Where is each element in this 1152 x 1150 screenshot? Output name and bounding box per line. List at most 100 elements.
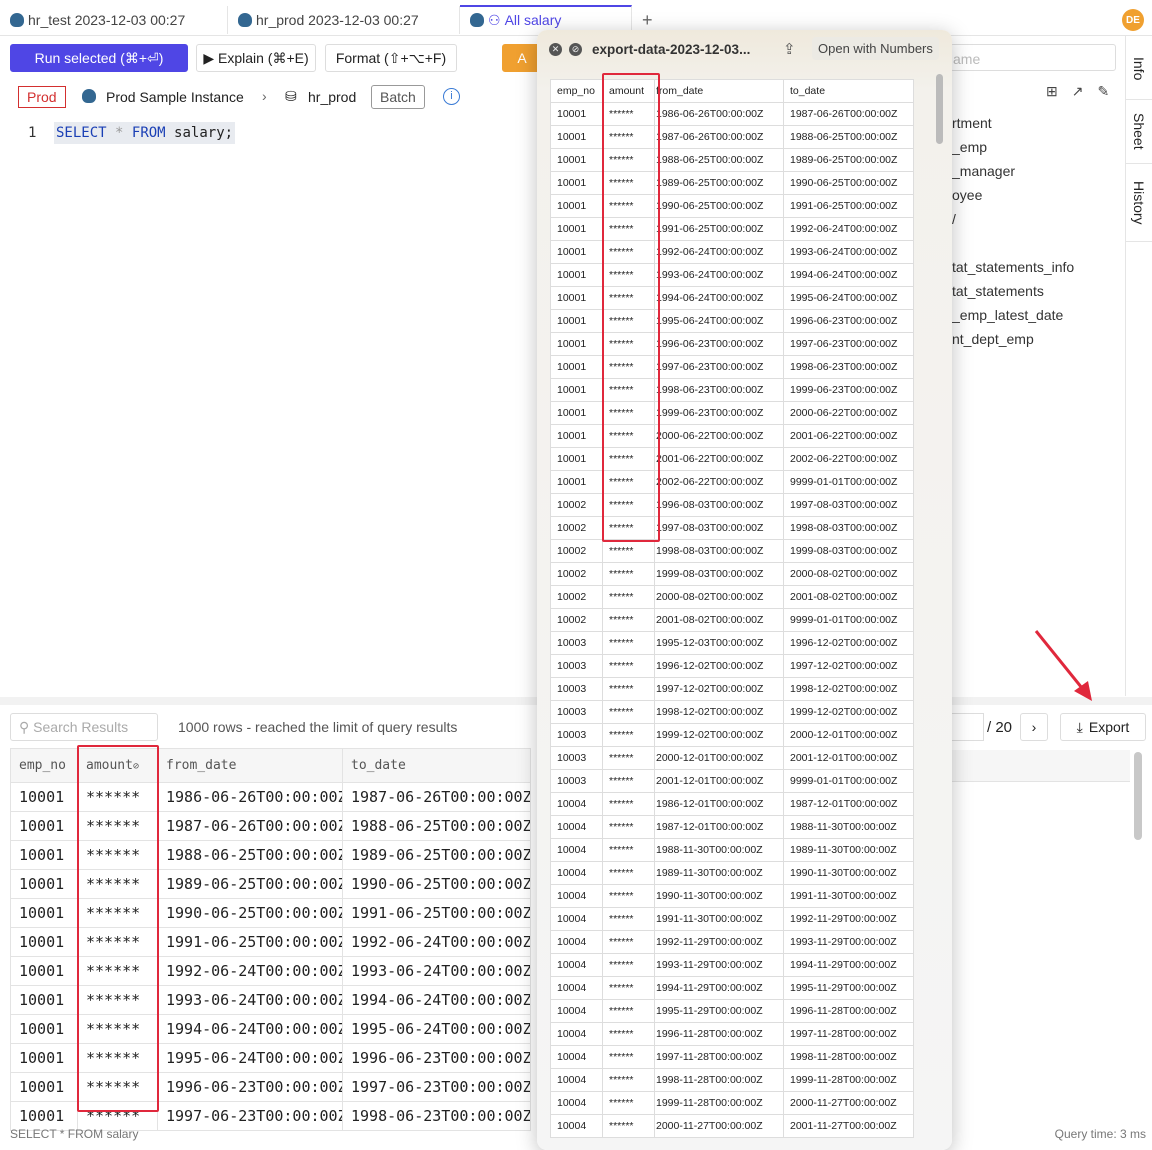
cell: 10003: [550, 769, 603, 793]
sidebar-table-item[interactable]: _manager: [952, 163, 1015, 179]
cell: 1999-11-28T00:00:00Z: [783, 1068, 914, 1092]
cell: 1996-08-03T00:00:00Z: [654, 493, 784, 517]
cell: 2001-11-27T00:00:00Z: [783, 1114, 914, 1138]
sql-editor[interactable]: SELECT * FROM salary;: [54, 122, 236, 144]
tab-label: All salary: [504, 12, 562, 28]
instance-name[interactable]: Prod Sample Instance: [106, 89, 244, 105]
sidebar-table-item[interactable]: nt_dept_emp: [952, 331, 1034, 347]
preview-row: 10002 ****** 2000-08-02T00:00:00Z 2001-08-0…: [550, 585, 914, 609]
cell: 1997-12-02T00:00:00Z: [654, 677, 784, 701]
cell: 10001: [10, 782, 78, 812]
admin-button[interactable]: A: [502, 44, 542, 72]
tab-all-salary[interactable]: ⚇ All salary: [460, 5, 632, 33]
cell: 1998-08-03T00:00:00Z: [783, 516, 914, 540]
cell: 1989-06-25T00:00:00Z: [342, 840, 531, 870]
cell: 1996-06-23T00:00:00Z: [783, 309, 914, 333]
tab-hr-test[interactable]: hr_test 2023-12-03 00:27: [0, 6, 228, 34]
cell: 10004: [550, 1114, 603, 1138]
sidebar-table-item[interactable]: /: [952, 211, 956, 227]
open-with-numbers-button[interactable]: Open with Numbers: [812, 37, 939, 60]
cell: 2002-06-22T00:00:00Z: [783, 447, 914, 471]
side-tab-sheet[interactable]: Sheet: [1126, 100, 1152, 164]
preview-row: 10003 ****** 2000-12-01T00:00:00Z 2001-12-0…: [550, 746, 914, 770]
cell: 1996-06-23T00:00:00Z: [654, 332, 784, 356]
chevron-right-icon: ›: [262, 88, 267, 104]
cell: 10004: [550, 999, 603, 1023]
cell: 2000-11-27T00:00:00Z: [783, 1091, 914, 1115]
cell: 10001: [10, 811, 78, 841]
cell: 1994-11-29T00:00:00Z: [654, 976, 784, 1000]
schema-diagram-icon[interactable]: ⊞: [1046, 83, 1072, 99]
cell: 1993-11-29T00:00:00Z: [783, 930, 914, 954]
cell: 1994-06-24T00:00:00Z: [783, 263, 914, 287]
cell: 1989-11-30T00:00:00Z: [654, 861, 784, 885]
cell: 10004: [550, 884, 603, 908]
cell: 1995-12-03T00:00:00Z: [654, 631, 784, 655]
sidebar-actions: ⊞↗✎: [1046, 83, 1123, 100]
fullscreen-icon[interactable]: ⊘: [569, 43, 582, 56]
cell: 1997-06-23T00:00:00Z: [157, 1101, 343, 1131]
export-button[interactable]: ⤓ Export: [1060, 713, 1146, 741]
sidebar-table-item[interactable]: tat_statements: [952, 283, 1044, 299]
format-button[interactable]: Format (⇧+⌥+F): [325, 44, 457, 72]
side-tab-history[interactable]: History: [1126, 164, 1152, 242]
explain-button[interactable]: ▶ Explain (⌘+E): [196, 44, 316, 72]
external-link-icon[interactable]: ↗: [1072, 83, 1098, 99]
cell: 2001-12-01T00:00:00Z: [654, 769, 784, 793]
next-page-button[interactable]: ›: [1020, 713, 1048, 741]
search-placeholder: Search Results: [33, 719, 129, 735]
cell: 10002: [550, 585, 603, 609]
sidebar-table-item[interactable]: oyee: [952, 187, 982, 203]
cell: ******: [602, 631, 655, 655]
cell: 1993-06-24T00:00:00Z: [157, 985, 343, 1015]
cell: 1996-06-23T00:00:00Z: [342, 1043, 531, 1073]
cell: ******: [602, 585, 655, 609]
database-icon: ⛁: [285, 88, 297, 104]
share-icon[interactable]: ⇪: [783, 40, 796, 58]
cell: 10004: [550, 1091, 603, 1115]
sidebar-table-item[interactable]: tat_statements_info: [952, 259, 1074, 275]
close-icon[interactable]: ✕: [549, 43, 562, 56]
cell: 1992-06-24T00:00:00Z: [342, 927, 531, 957]
scrollbar[interactable]: [936, 74, 943, 144]
cell: ******: [602, 792, 655, 816]
cell: 1999-11-28T00:00:00Z: [654, 1091, 784, 1115]
tab-hr-prod[interactable]: hr_prod 2023-12-03 00:27: [228, 6, 460, 34]
cell: 1988-06-25T00:00:00Z: [342, 811, 531, 841]
cell: ******: [602, 723, 655, 747]
cell: 9999-01-01T00:00:00Z: [783, 470, 914, 494]
cell: 1992-06-24T00:00:00Z: [783, 217, 914, 241]
cell: 2000-12-01T00:00:00Z: [654, 746, 784, 770]
sidebar-table-item[interactable]: rtment: [952, 115, 992, 131]
cell: 2000-06-22T00:00:00Z: [783, 401, 914, 425]
run-selected-button[interactable]: Run selected (⌘+⏎): [10, 44, 188, 72]
new-tab-button[interactable]: +: [642, 10, 653, 31]
cell: 1992-11-29T00:00:00Z: [783, 907, 914, 931]
cell: ******: [602, 1091, 655, 1115]
cell: 2001-06-22T00:00:00Z: [654, 447, 784, 471]
avatar[interactable]: DE: [1122, 9, 1144, 31]
info-icon[interactable]: i: [443, 88, 460, 105]
col-from-date[interactable]: from_date: [157, 748, 343, 783]
cell: 10001: [550, 332, 603, 356]
edit-icon[interactable]: ✎: [1097, 83, 1123, 99]
cell: 1991-11-30T00:00:00Z: [783, 884, 914, 908]
page-input[interactable]: [950, 713, 984, 741]
database-name[interactable]: hr_prod: [308, 89, 356, 105]
sidebar-table-item[interactable]: _emp_latest_date: [952, 307, 1063, 323]
cell: ******: [602, 930, 655, 954]
col-emp-no[interactable]: emp_no: [10, 748, 78, 783]
cell: 1995-11-29T00:00:00Z: [654, 999, 784, 1023]
cell: 10004: [550, 838, 603, 862]
cell: 1998-12-02T00:00:00Z: [654, 700, 784, 724]
cell: 2000-12-01T00:00:00Z: [783, 723, 914, 747]
batch-button[interactable]: Batch: [371, 85, 425, 109]
side-tab-info[interactable]: Info: [1126, 38, 1152, 100]
cell: 1995-06-24T00:00:00Z: [342, 1014, 531, 1044]
sidebar-table-item[interactable]: _emp: [952, 139, 987, 155]
cell: 10001: [10, 956, 78, 986]
sidebar-search-input[interactable]: ame: [950, 44, 1116, 71]
col-to-date[interactable]: to_date: [342, 748, 531, 783]
search-results-input[interactable]: ⚲ Search Results: [10, 713, 158, 741]
scrollbar[interactable]: [1134, 752, 1142, 840]
